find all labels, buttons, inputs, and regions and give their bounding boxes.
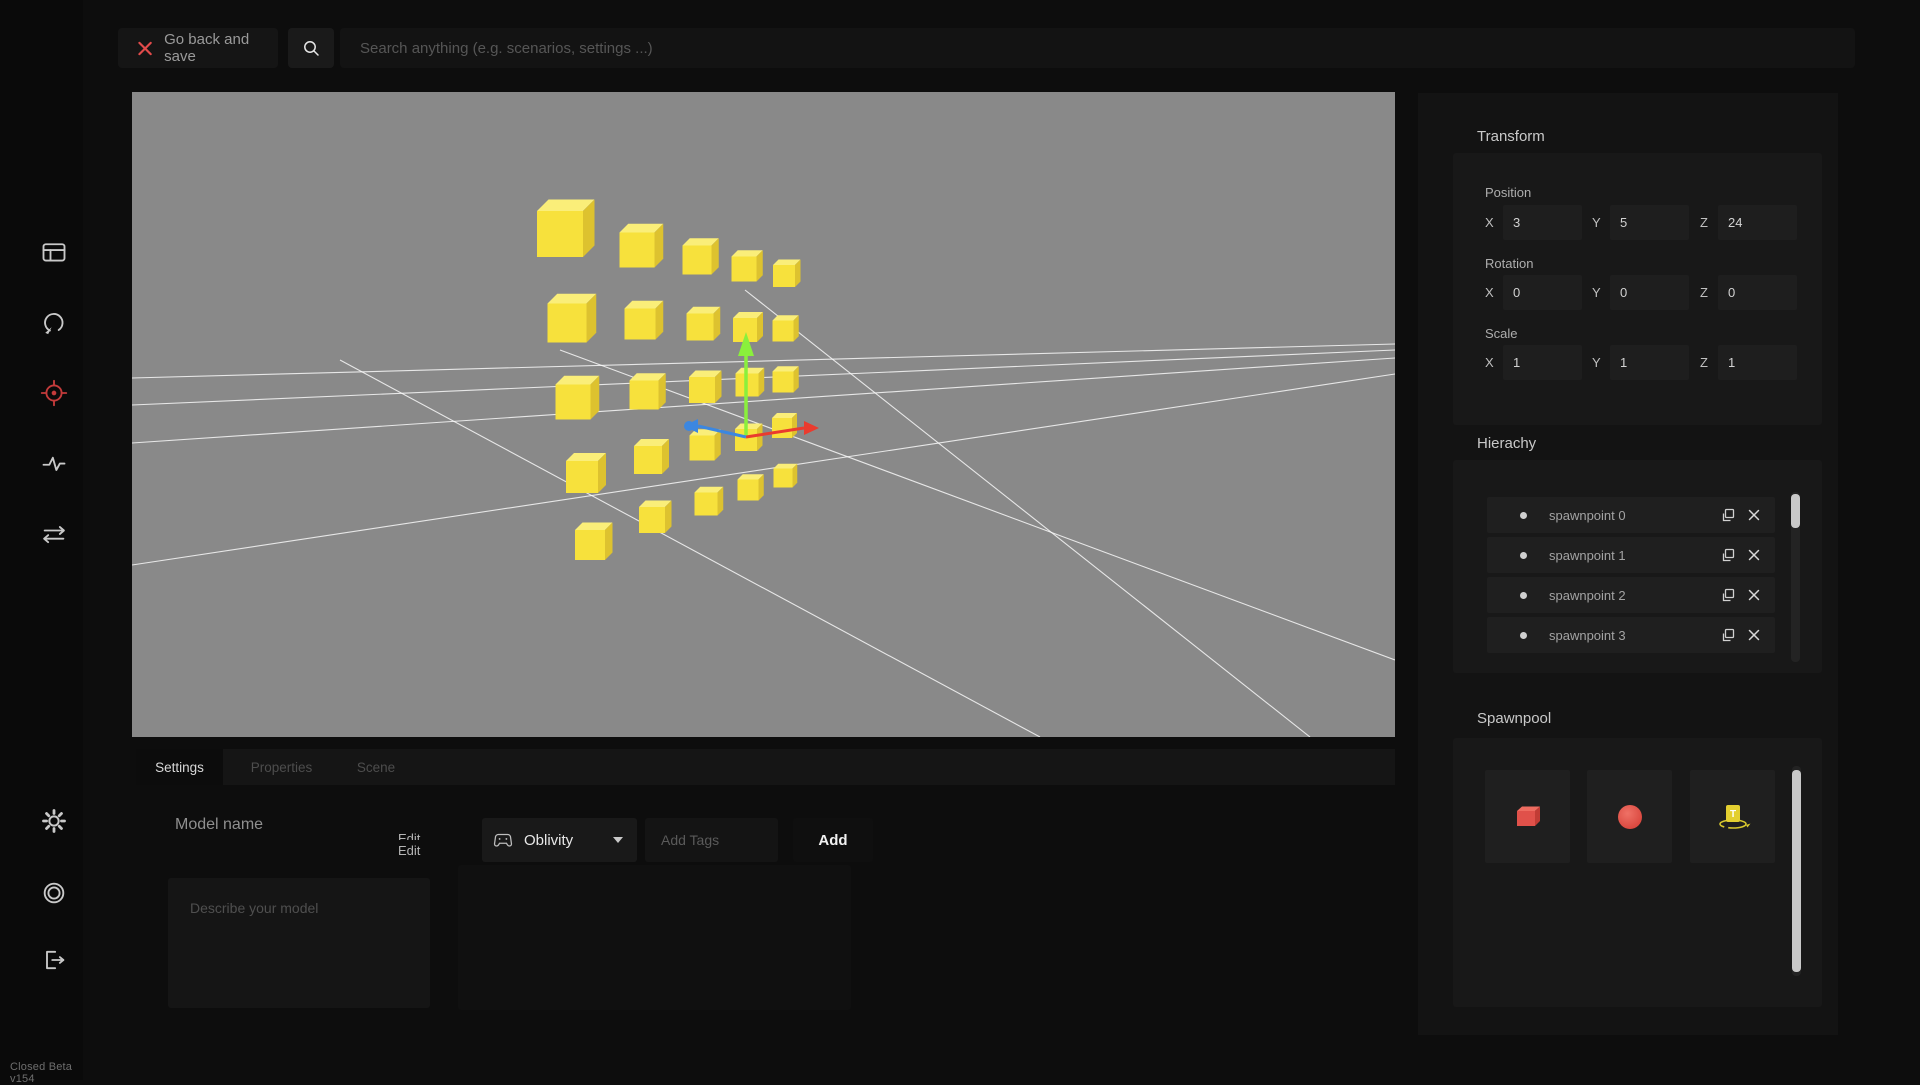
scale-z-input[interactable]: 1: [1718, 345, 1797, 380]
model-name-label: Model name: [175, 816, 263, 834]
position-z-field: Z 24: [1700, 205, 1797, 240]
version-label: Closed Beta v154: [10, 1061, 83, 1085]
scale-z-field: Z 1: [1700, 345, 1797, 380]
hierarchy-item-label: spawnpoint 1: [1549, 548, 1715, 563]
delete-x-icon[interactable]: [1741, 622, 1767, 648]
game-select-dropdown[interactable]: Oblivity: [482, 818, 637, 862]
go-back-save-label: Go back and save: [164, 31, 278, 65]
duplicate-icon[interactable]: [1715, 502, 1741, 528]
chevron-down-icon: [613, 837, 623, 843]
record-circle-icon[interactable]: [40, 879, 68, 907]
position-x-field: X 3: [1485, 205, 1582, 240]
delete-x-icon[interactable]: [1741, 542, 1767, 568]
bottom-tabbar: Settings Properties Scene: [136, 749, 1395, 785]
spawnpool-scrollbar-thumb[interactable]: [1792, 770, 1801, 972]
viewport-3d[interactable]: [132, 92, 1395, 737]
hierarchy-title: Hierachy: [1477, 435, 1536, 452]
duplicate-icon[interactable]: [1715, 582, 1741, 608]
position-y-field: Y 5: [1592, 205, 1689, 240]
bullet-icon: [1520, 592, 1527, 599]
game-select-value: Oblivity: [524, 832, 603, 849]
hierarchy-item-label: spawnpoint 3: [1549, 628, 1715, 643]
position-z-input[interactable]: 24: [1718, 205, 1797, 240]
scale-y-input[interactable]: 1: [1610, 345, 1689, 380]
red-cube-icon: [1511, 801, 1545, 833]
bullet-icon: [1520, 632, 1527, 639]
sidebar: Closed Beta v154: [0, 0, 83, 1080]
position-label: Position: [1485, 185, 1531, 200]
hierarchy-row-spawnpoint-1[interactable]: spawnpoint 1: [1487, 537, 1775, 573]
gamepad-icon: [492, 831, 514, 849]
rotation-x-field: X 0: [1485, 275, 1582, 310]
rotation-label: Rotation: [1485, 256, 1533, 271]
model-description-input[interactable]: [168, 878, 430, 1008]
red-sphere-icon: [1616, 803, 1644, 831]
rotation-y-input[interactable]: 0: [1610, 275, 1689, 310]
hierarchy-scrollbar-thumb[interactable]: [1791, 494, 1800, 528]
rotation-z-input[interactable]: 0: [1718, 275, 1797, 310]
bullet-icon: [1520, 552, 1527, 559]
position-x-input[interactable]: 3: [1503, 205, 1582, 240]
duplicate-icon[interactable]: [1715, 622, 1741, 648]
scale-y-field: Y 1: [1592, 345, 1689, 380]
scale-x-field: X 1: [1485, 345, 1582, 380]
scale-label: Scale: [1485, 326, 1518, 341]
pulse-waveform-icon[interactable]: [40, 449, 68, 477]
scale-x-input[interactable]: 1: [1503, 345, 1582, 380]
layout-panels-icon[interactable]: [40, 239, 68, 267]
spawnpool-tile-red-cube[interactable]: [1485, 770, 1570, 863]
position-y-input[interactable]: 5: [1610, 205, 1689, 240]
tab-settings[interactable]: Settings: [136, 749, 223, 785]
go-back-save-button[interactable]: Go back and save: [118, 28, 278, 68]
bullet-icon: [1520, 512, 1527, 519]
close-x-icon: [138, 41, 152, 56]
search-icon: [302, 39, 320, 57]
scene-canvas[interactable]: [132, 92, 1395, 737]
target-crosshair-icon[interactable]: [40, 379, 68, 407]
tab-scene[interactable]: Scene: [340, 749, 412, 785]
delete-x-icon[interactable]: [1741, 582, 1767, 608]
search-input[interactable]: [340, 28, 1855, 68]
hierarchy-item-label: spawnpoint 0: [1549, 508, 1715, 523]
add-tags-input[interactable]: [645, 818, 778, 862]
spawnpool-title: Spawnpool: [1477, 710, 1551, 727]
duplicate-icon[interactable]: [1715, 542, 1741, 568]
swap-arrows-icon[interactable]: [40, 520, 68, 548]
hierarchy-row-spawnpoint-0[interactable]: spawnpoint 0: [1487, 497, 1775, 533]
logout-icon[interactable]: [40, 946, 68, 974]
yellow-spin-cube-icon: T: [1715, 801, 1751, 833]
spawnpool-tile-red-sphere[interactable]: [1587, 770, 1672, 863]
spawnpool-tile-yellow-spin-cube[interactable]: T: [1690, 770, 1775, 863]
tab-properties[interactable]: Properties: [223, 749, 340, 785]
hierarchy-row-spawnpoint-2[interactable]: spawnpoint 2: [1487, 577, 1775, 613]
hierarchy-item-label: spawnpoint 2: [1549, 588, 1715, 603]
search-icon-button[interactable]: [288, 28, 334, 68]
delete-x-icon[interactable]: [1741, 502, 1767, 528]
svg-text:T: T: [1729, 809, 1735, 820]
rotation-y-field: Y 0: [1592, 275, 1689, 310]
rotation-x-input[interactable]: 0: [1503, 275, 1582, 310]
orbit-view-icon[interactable]: [40, 309, 68, 337]
transform-title: Transform: [1477, 128, 1545, 145]
edit-button[interactable]: Edit: [398, 843, 420, 858]
hierarchy-row-spawnpoint-3[interactable]: spawnpoint 3: [1487, 617, 1775, 653]
gear-icon[interactable]: [40, 807, 68, 835]
add-button[interactable]: Add: [793, 818, 873, 862]
tags-list-panel: [458, 865, 851, 1010]
edit-clipped-text: Edit: [398, 832, 438, 840]
rotation-z-field: Z 0: [1700, 275, 1797, 310]
